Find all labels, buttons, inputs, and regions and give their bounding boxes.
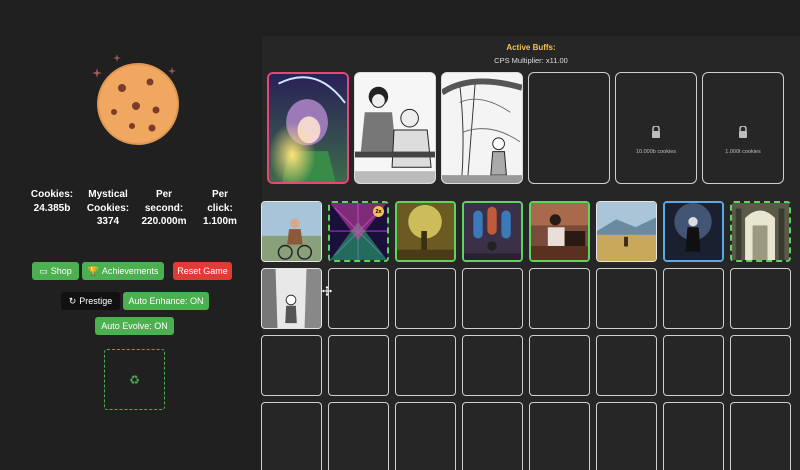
lock-icon bbox=[739, 125, 747, 138]
grid-slot-empty[interactable] bbox=[395, 268, 456, 329]
lock-requirement: 1.000t cookies bbox=[725, 149, 761, 155]
auto-evolve-label: Auto Evolve: ON bbox=[101, 321, 168, 331]
stat-label: Cookies: bbox=[86, 202, 130, 214]
grid-slot-empty[interactable] bbox=[596, 268, 657, 329]
stat-label: Per bbox=[155, 189, 173, 200]
grid-card[interactable] bbox=[730, 201, 791, 262]
auto-evolve-button[interactable]: Auto Evolve: ON bbox=[95, 317, 174, 335]
sparkle-icon bbox=[168, 67, 176, 75]
grid-card[interactable] bbox=[261, 268, 322, 329]
grid-slot-empty[interactable] bbox=[395, 402, 456, 470]
grid-card[interactable]: 2x bbox=[328, 201, 389, 262]
stat-value: 24.385b bbox=[33, 202, 71, 214]
grid-slot-empty[interactable] bbox=[462, 335, 523, 396]
card-image bbox=[269, 74, 347, 182]
shop-icon: ▭ bbox=[39, 265, 48, 276]
grid-slot-empty[interactable] bbox=[596, 335, 657, 396]
grid-slot-empty[interactable] bbox=[730, 335, 791, 396]
cps-multiplier: CPS Multiplier: x11.00 bbox=[494, 56, 568, 65]
stat-value: 1.100m bbox=[203, 216, 237, 227]
card-image bbox=[732, 203, 789, 260]
reset-game-button[interactable]: Reset Game bbox=[173, 262, 232, 280]
card-image bbox=[464, 203, 521, 260]
grid-card[interactable] bbox=[663, 201, 724, 262]
stat-label: Cookies: bbox=[30, 189, 74, 200]
grid-slot-empty[interactable] bbox=[596, 402, 657, 470]
card-image bbox=[355, 73, 435, 183]
card-image bbox=[262, 202, 321, 261]
active-buffs-title: Active Buffs: bbox=[506, 43, 556, 52]
move-cursor-icon bbox=[322, 286, 332, 296]
grid-slot-empty[interactable] bbox=[328, 268, 389, 329]
buff-slot-locked: 1.000t cookies bbox=[702, 72, 784, 184]
reset-label: Reset Game bbox=[177, 266, 228, 276]
grid-slot-empty[interactable] bbox=[663, 335, 724, 396]
grid-slot-empty[interactable] bbox=[328, 335, 389, 396]
achievements-button[interactable]: 🏆 Achievements bbox=[82, 262, 164, 280]
recycle-dropzone[interactable]: ♻ bbox=[104, 349, 165, 410]
buff-slot-card[interactable] bbox=[354, 72, 436, 184]
grid-card[interactable] bbox=[395, 201, 456, 262]
stat-label: Per bbox=[211, 189, 229, 200]
card-image bbox=[397, 203, 454, 260]
recycle-icon: ♻ bbox=[129, 372, 140, 387]
grid-card[interactable] bbox=[261, 201, 322, 262]
card-image bbox=[442, 73, 522, 183]
buff-slot-card[interactable] bbox=[267, 72, 349, 184]
buff-slot-locked: 10.000b cookies bbox=[615, 72, 697, 184]
sparkle-icon bbox=[113, 54, 121, 62]
trophy-icon: 🏆 bbox=[87, 265, 99, 276]
shop-button[interactable]: ▭ Shop bbox=[32, 262, 79, 280]
stat-label: second: bbox=[144, 202, 184, 214]
card-image bbox=[665, 203, 722, 260]
grid-slot-empty[interactable] bbox=[462, 268, 523, 329]
grid-slot-empty[interactable] bbox=[261, 402, 322, 470]
stat-per-click: Per click: 1.100m bbox=[192, 188, 248, 229]
grid-slot-empty[interactable] bbox=[328, 402, 389, 470]
grid-card[interactable] bbox=[529, 201, 590, 262]
card-image bbox=[597, 202, 656, 261]
buff-slot-card[interactable] bbox=[441, 72, 523, 184]
lock-requirement: 10.000b cookies bbox=[635, 149, 677, 155]
stat-label: click: bbox=[207, 202, 233, 214]
grid-slot-empty[interactable] bbox=[529, 268, 590, 329]
grid-slot-empty[interactable] bbox=[730, 268, 791, 329]
stat-value: 220.000m bbox=[141, 216, 187, 227]
prestige-button[interactable]: ↻ Prestige bbox=[61, 292, 120, 310]
stat-value: 3374 bbox=[96, 216, 120, 227]
grid-slot-empty[interactable] bbox=[663, 268, 724, 329]
grid-card[interactable] bbox=[462, 201, 523, 262]
refresh-icon: ↻ bbox=[68, 295, 77, 306]
multiplier-badge: 2x bbox=[373, 206, 384, 217]
auto-enhance-button[interactable]: Auto Enhance: ON bbox=[123, 292, 209, 310]
grid-slot-empty[interactable] bbox=[462, 402, 523, 470]
lock-icon bbox=[652, 125, 660, 138]
lock-container: 1.000t cookies bbox=[703, 125, 783, 155]
auto-enhance-label: Auto Enhance: ON bbox=[128, 296, 204, 306]
grid-card[interactable] bbox=[596, 201, 657, 262]
shop-label: Shop bbox=[50, 266, 72, 276]
grid-slot-empty[interactable] bbox=[395, 335, 456, 396]
lock-container: 10.000b cookies bbox=[616, 125, 696, 155]
prestige-label: Prestige bbox=[79, 296, 113, 306]
grid-slot-empty[interactable] bbox=[663, 402, 724, 470]
stat-mystical-cookies: Mystical Cookies: 3374 bbox=[80, 188, 136, 229]
sparkle-icon bbox=[92, 68, 102, 78]
stat-label: Mystical bbox=[88, 189, 128, 200]
card-image bbox=[262, 269, 321, 328]
grid-slot-empty[interactable] bbox=[730, 402, 791, 470]
buff-slot-empty[interactable] bbox=[528, 72, 610, 184]
grid-slot-empty[interactable] bbox=[529, 402, 590, 470]
card-image bbox=[531, 203, 588, 260]
grid-slot-empty[interactable] bbox=[529, 335, 590, 396]
grid-slot-empty[interactable] bbox=[261, 335, 322, 396]
achievements-label: Achievements bbox=[101, 266, 159, 276]
stat-cookies: Cookies: 24.385b bbox=[24, 188, 80, 215]
stat-per-second: Per second: 220.000m bbox=[136, 188, 192, 229]
